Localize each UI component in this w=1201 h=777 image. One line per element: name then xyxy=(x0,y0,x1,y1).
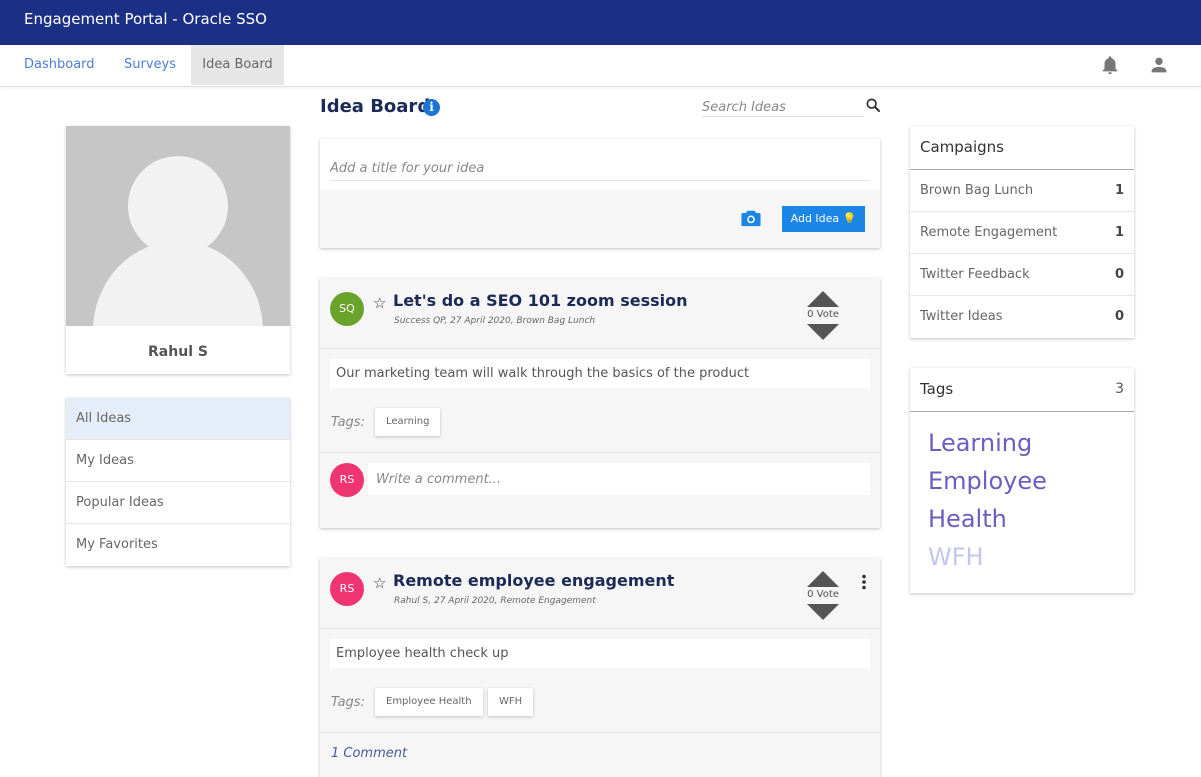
page-title: Idea Board xyxy=(320,96,431,117)
idea-meta: Rahul S, 27 April 2020, Remote Engagemen… xyxy=(394,596,596,606)
tags-count: 3 xyxy=(1115,381,1124,397)
idea-description-row: Our marketing team will walk through the… xyxy=(320,349,880,399)
search-box xyxy=(702,96,864,118)
campaign-item[interactable]: Twitter Ideas 0 xyxy=(910,296,1134,338)
search-icon[interactable] xyxy=(865,97,881,113)
idea-meta: Success QP, 27 April 2020, Brown Bag Lun… xyxy=(394,316,596,326)
tag-chip[interactable]: Employee Health xyxy=(375,688,483,716)
comment-row: RS xyxy=(320,453,880,527)
info-icon[interactable]: i xyxy=(423,99,440,116)
sidebar-item-all-ideas[interactable]: All Ideas xyxy=(66,398,290,440)
avatar xyxy=(66,126,290,326)
campaigns-panel: Campaigns Brown Bag Lunch 1 Remote Engag… xyxy=(910,126,1134,338)
campaigns-header: Campaigns xyxy=(910,126,1134,170)
idea-card: RS ☆ Remote employee engagement Rahul S,… xyxy=(320,558,880,777)
upvote-icon[interactable] xyxy=(807,571,839,587)
comments-row: 1 Comment xyxy=(320,733,880,777)
tag-chip[interactable]: Learning xyxy=(375,408,441,436)
idea-header: RS ☆ Remote employee engagement Rahul S,… xyxy=(320,558,880,629)
comments-link[interactable]: 1 Comment xyxy=(331,746,407,761)
campaign-name: Remote Engagement xyxy=(920,225,1058,240)
tag-cloud-item[interactable]: Health xyxy=(928,500,1118,538)
lightbulb-icon: 💡 xyxy=(842,212,857,225)
idea-title[interactable]: Remote employee engagement xyxy=(393,571,674,590)
star-icon[interactable]: ☆ xyxy=(373,294,386,312)
tag-cloud-item[interactable]: Learning xyxy=(928,424,1118,462)
campaigns-title: Campaigns xyxy=(920,138,1005,156)
idea-card: SQ ☆ Let's do a SEO 101 zoom session Suc… xyxy=(320,278,880,528)
campaign-count: 1 xyxy=(1114,225,1124,240)
vote-count: 0 Vote xyxy=(807,589,839,600)
tag-cloud-item[interactable]: WFH xyxy=(928,538,1118,576)
idea-tags-row: Tags: Learning xyxy=(320,399,880,453)
tags-panel: Tags 3 Learning Employee Health WFH xyxy=(910,368,1134,593)
add-idea-title-area xyxy=(320,139,880,190)
person-silhouette-icon xyxy=(93,156,263,326)
camera-icon[interactable] xyxy=(740,208,762,228)
add-idea-label: Add Idea xyxy=(790,212,840,225)
sidebar-item-my-ideas[interactable]: My Ideas xyxy=(66,440,290,482)
idea-description-row: Employee health check up xyxy=(320,629,880,679)
tags-label: Tags: xyxy=(331,695,365,710)
tags-label: Tags: xyxy=(331,415,365,430)
tags-header: Tags 3 xyxy=(910,368,1134,412)
idea-header: SQ ☆ Let's do a SEO 101 zoom session Suc… xyxy=(320,278,880,349)
campaign-count: 0 xyxy=(1114,267,1124,282)
idea-filter-menu: All Ideas My Ideas Popular Ideas My Favo… xyxy=(66,398,290,566)
downvote-icon[interactable] xyxy=(807,324,839,340)
sidebar-item-my-favorites[interactable]: My Favorites xyxy=(66,524,290,566)
nav-bar: Dashboard Surveys Idea Board xyxy=(0,45,1201,87)
vote-count: 0 Vote xyxy=(807,309,839,320)
tab-surveys[interactable]: Surveys xyxy=(109,45,191,85)
add-idea-card: Add Idea 💡 xyxy=(320,139,880,248)
comment-input[interactable] xyxy=(368,463,870,495)
idea-title-input[interactable] xyxy=(330,157,870,181)
campaign-item[interactable]: Twitter Feedback 0 xyxy=(910,254,1134,296)
tab-idea-board[interactable]: Idea Board xyxy=(191,45,284,85)
tag-cloud: Learning Employee Health WFH xyxy=(928,424,1118,576)
campaign-count: 1 xyxy=(1114,183,1124,198)
campaign-name: Twitter Ideas xyxy=(920,309,1003,324)
tab-dashboard[interactable]: Dashboard xyxy=(9,45,110,85)
tag-chip[interactable]: WFH xyxy=(488,688,534,716)
idea-description: Employee health check up xyxy=(330,639,870,668)
campaign-name: Twitter Feedback xyxy=(920,267,1030,282)
app-header: Engagement Portal - Oracle SSO xyxy=(0,0,1201,45)
search-input[interactable] xyxy=(702,97,864,118)
upvote-icon[interactable] xyxy=(807,291,839,307)
idea-tags-row: Tags: Employee Health WFH xyxy=(320,679,880,733)
sidebar-item-popular-ideas[interactable]: Popular Ideas xyxy=(66,482,290,524)
downvote-icon[interactable] xyxy=(807,604,839,620)
tag-cloud-item[interactable]: Employee xyxy=(928,462,1118,500)
author-avatar: RS xyxy=(330,572,364,606)
app-title: Engagement Portal - Oracle SSO xyxy=(24,10,267,28)
profile-name: Rahul S xyxy=(148,344,208,360)
campaign-item[interactable]: Remote Engagement 1 xyxy=(910,212,1134,254)
campaign-name: Brown Bag Lunch xyxy=(920,183,1034,198)
campaign-count: 0 xyxy=(1114,309,1124,324)
more-options-icon[interactable] xyxy=(861,574,867,590)
add-idea-button[interactable]: Add Idea 💡 xyxy=(782,206,865,232)
star-icon[interactable]: ☆ xyxy=(373,574,386,592)
idea-description: Our marketing team will walk through the… xyxy=(330,359,870,388)
bell-icon[interactable] xyxy=(1099,54,1121,76)
idea-title[interactable]: Let's do a SEO 101 zoom session xyxy=(393,291,688,310)
user-icon[interactable] xyxy=(1148,54,1170,76)
author-avatar: SQ xyxy=(330,292,364,326)
tags-title: Tags xyxy=(920,380,954,398)
commenter-avatar: RS xyxy=(330,463,364,497)
profile-card: Rahul S xyxy=(66,126,290,374)
campaign-item[interactable]: Brown Bag Lunch 1 xyxy=(910,170,1134,212)
